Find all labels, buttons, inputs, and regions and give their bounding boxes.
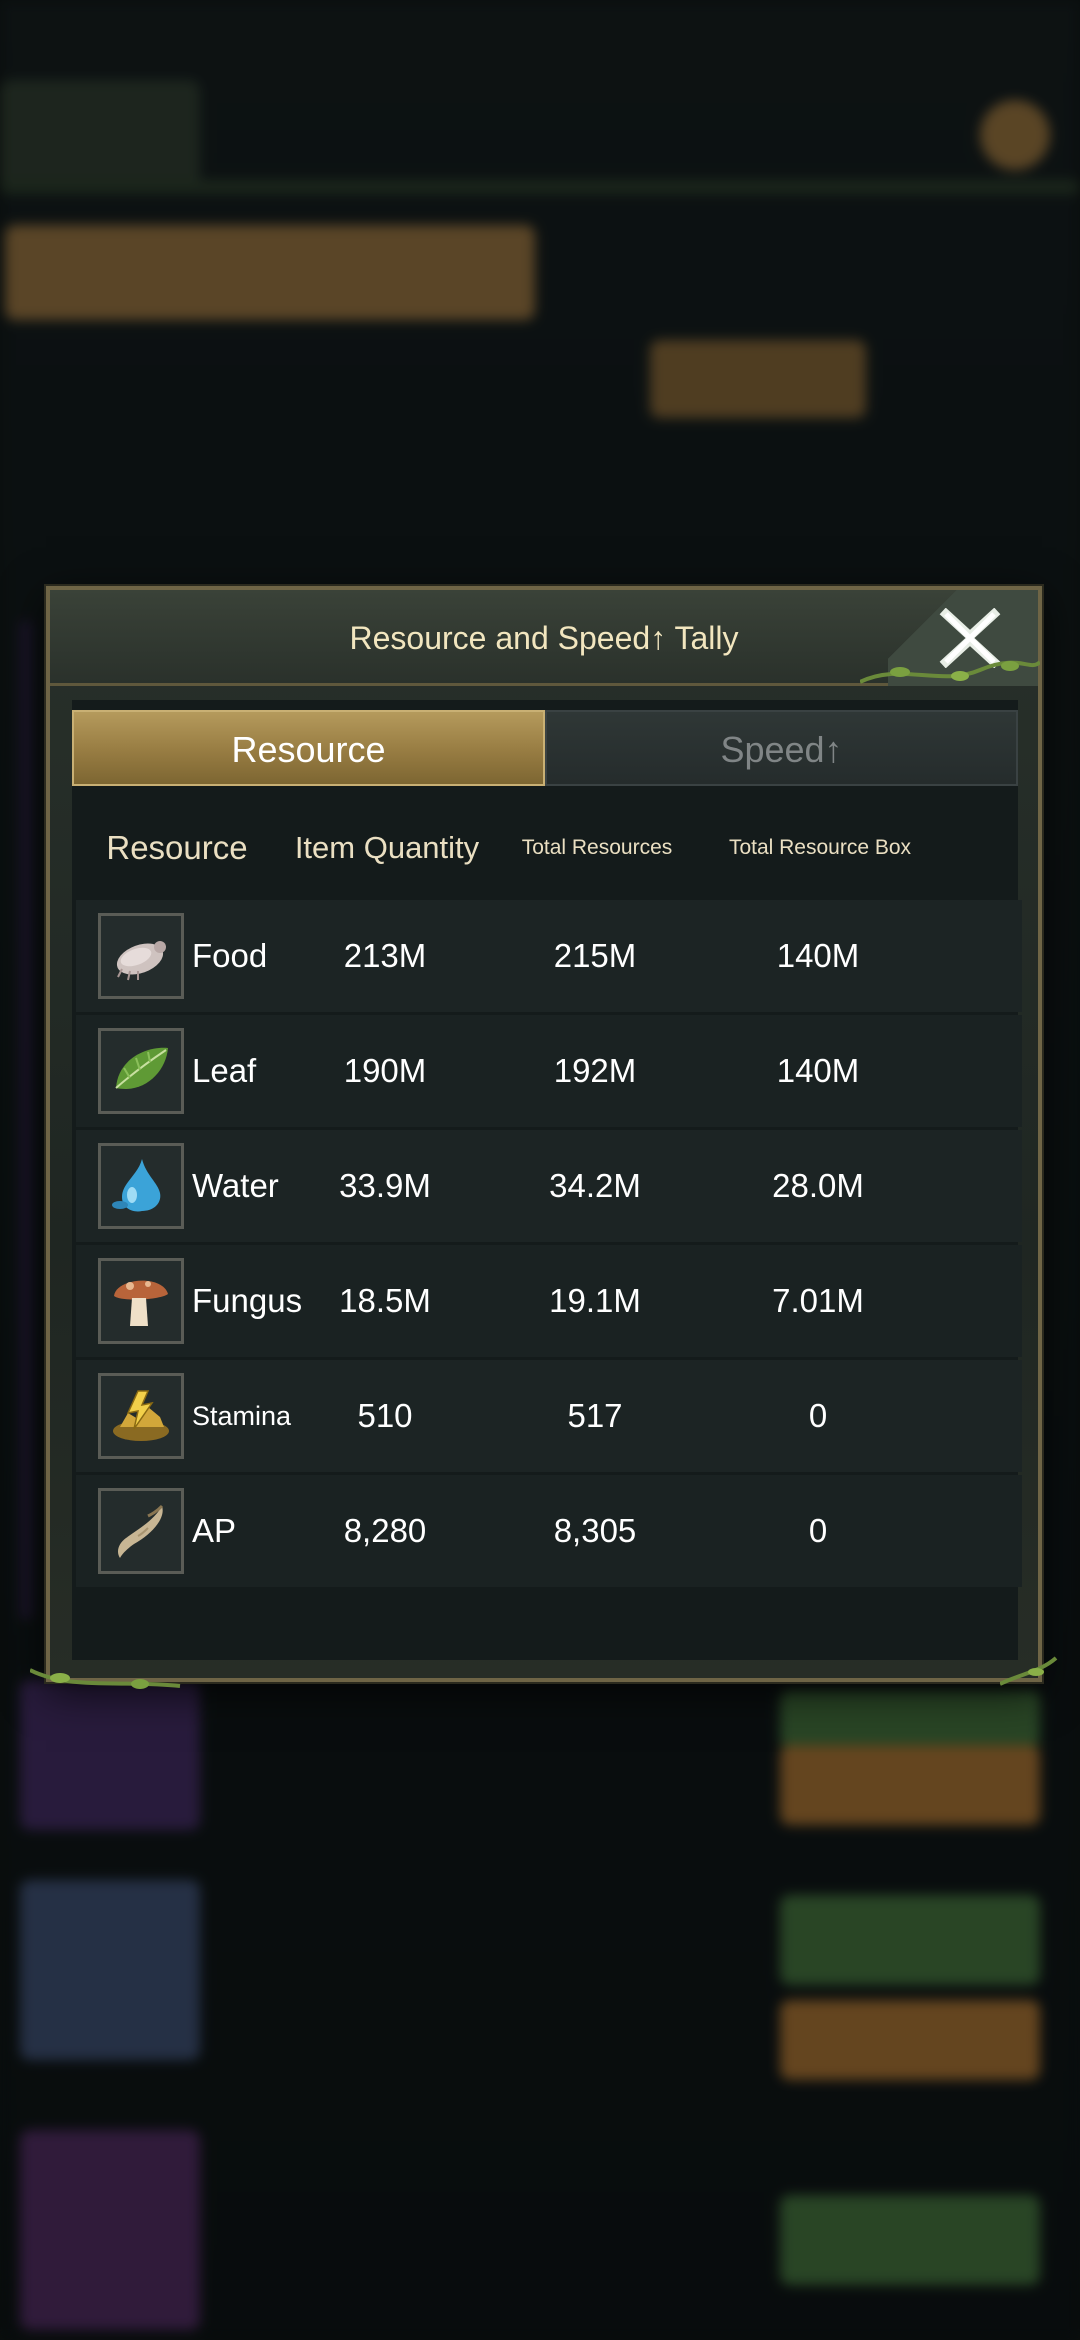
resource-name: Leaf: [192, 1052, 257, 1089]
total-resource-box: 28.0M: [772, 1167, 864, 1204]
total-resource-box: 0: [808, 1512, 828, 1549]
item-quantity: 190M: [343, 1052, 427, 1089]
table-row-food: Food 213M 215M 140M: [76, 900, 1022, 1012]
dialog-header: Resource and Speed↑ Tally: [50, 590, 1040, 686]
resource-name: Stamina: [192, 1401, 292, 1431]
total-resources: 8,305: [553, 1512, 637, 1549]
vine-corner-left-icon: [30, 1668, 181, 1689]
item-quantity: 510: [357, 1397, 413, 1434]
total-resource-box: 140M: [776, 1052, 860, 1089]
total-resource-box: 0: [808, 1397, 828, 1434]
vine-decoration-icon: [860, 660, 1040, 684]
header-resource: Resource: [106, 829, 248, 866]
fungus-icon: [98, 1258, 184, 1344]
item-quantity: 213M: [343, 937, 427, 974]
header-total-resource-box: Total Resource Box: [728, 836, 912, 859]
tab-resource[interactable]: Resource: [72, 710, 545, 786]
header-total-resources: Total Resources: [521, 836, 673, 859]
total-resource-box: 140M: [776, 937, 860, 974]
table-row-water: Water 33.9M 34.2M 28.0M: [76, 1130, 1022, 1242]
tally-dialog: Resource and Speed↑ Tally Resource Speed…: [30, 586, 1058, 1689]
food-icon: [98, 913, 184, 999]
table-header: Resource Item Quantity Total Resources T…: [72, 818, 1018, 878]
total-resource-box: 7.01M: [772, 1282, 864, 1319]
dialog-body: Resource Speed↑ Resource Item Quantity T…: [72, 700, 1022, 1660]
total-resources: 34.2M: [549, 1167, 641, 1204]
header-item-quantity: Item Quantity: [294, 830, 480, 865]
table-row-fungus: Fungus 18.5M 19.1M 7.01M: [76, 1245, 1022, 1357]
leaf-icon: [98, 1028, 184, 1114]
total-resources: 517: [567, 1397, 623, 1434]
total-resources: 19.1M: [549, 1282, 641, 1319]
stamina-icon: [98, 1373, 184, 1459]
item-quantity: 33.9M: [339, 1167, 431, 1204]
table-row-leaf: Leaf 190M 192M 140M: [76, 1015, 1022, 1127]
vine-corner-right-icon: [1000, 1656, 1058, 1686]
table-row-ap: AP 8,280 8,305 0: [76, 1475, 1022, 1587]
ap-horn-icon: [98, 1488, 184, 1574]
water-icon: [98, 1143, 184, 1229]
total-resources: 215M: [553, 937, 637, 974]
resource-table: Food 213M 215M 140M Leaf 190M 192M 140M: [76, 900, 1022, 1590]
tab-speed[interactable]: Speed↑: [545, 710, 1018, 786]
resource-name: AP: [192, 1512, 237, 1549]
table-row-stamina: Stamina 510 517 0: [76, 1360, 1022, 1472]
total-resources: 192M: [553, 1052, 637, 1089]
resource-name: Food: [192, 937, 268, 974]
item-quantity: 18.5M: [339, 1282, 431, 1319]
item-quantity: 8,280: [343, 1512, 427, 1549]
resource-name: Water: [192, 1167, 279, 1204]
tab-bar: Resource Speed↑: [72, 710, 1018, 786]
